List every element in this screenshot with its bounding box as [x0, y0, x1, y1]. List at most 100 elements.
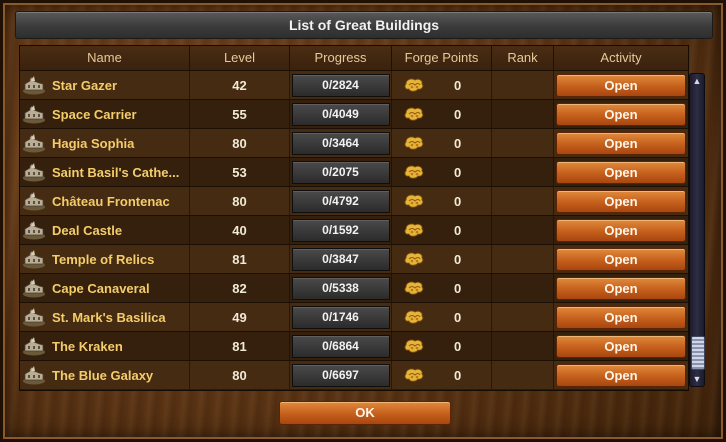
forge-points-icon: [402, 75, 426, 95]
rank-cell: [492, 245, 554, 273]
activity-cell: Open: [554, 71, 688, 99]
building-name: Star Gazer: [52, 77, 118, 93]
forge-points-value: 0: [454, 222, 462, 238]
forge-points-cell: 0: [392, 71, 492, 99]
progress-cell: 0/4049: [290, 100, 392, 128]
building-level: 49: [190, 303, 290, 331]
scroll-down-arrow-icon[interactable]: ▼: [690, 372, 704, 386]
progress-cell: 0/3464: [290, 129, 392, 157]
forge-points-value: 0: [454, 251, 462, 267]
progress-cell: 0/3847: [290, 245, 392, 273]
building-icon: [22, 191, 46, 211]
forge-points-icon: [402, 162, 426, 182]
building-cell: Hagia Sophia: [20, 129, 190, 157]
forge-points-cell: 0: [392, 216, 492, 244]
progress-cell: 0/5338: [290, 274, 392, 302]
progress-bar: 0/6697: [291, 363, 390, 387]
building-level: 80: [190, 187, 290, 215]
forge-points-icon: [402, 365, 426, 385]
activity-cell: Open: [554, 158, 688, 186]
rank-cell: [492, 361, 554, 389]
open-button[interactable]: Open: [556, 247, 686, 271]
building-level: 81: [190, 332, 290, 360]
table-header: Name Level Progress Forge Points Rank Ac…: [20, 46, 688, 70]
progress-bar: 0/6864: [291, 334, 390, 358]
scroll-thumb[interactable]: [691, 336, 705, 370]
building-cell: Château Frontenac: [20, 187, 190, 215]
activity-cell: Open: [554, 100, 688, 128]
progress-bar: 0/3847: [291, 247, 390, 271]
column-header-level[interactable]: Level: [190, 46, 290, 70]
progress-bar: 0/2824: [291, 73, 390, 97]
open-button[interactable]: Open: [556, 73, 686, 97]
progress-bar: 0/2075: [291, 160, 390, 184]
building-level: 53: [190, 158, 290, 186]
progress-bar: 0/1592: [291, 218, 390, 242]
building-icon: [22, 104, 46, 124]
building-icon: [22, 162, 46, 182]
forge-points-cell: 0: [392, 158, 492, 186]
forge-points-cell: 0: [392, 332, 492, 360]
building-icon: [22, 249, 46, 269]
activity-cell: Open: [554, 303, 688, 331]
column-header-name[interactable]: Name: [20, 46, 190, 70]
building-name: Deal Castle: [52, 222, 123, 238]
progress-bar: 0/3464: [291, 131, 390, 155]
building-icon: [22, 336, 46, 356]
progress-cell: 0/1592: [290, 216, 392, 244]
column-header-forge-points[interactable]: Forge Points: [392, 46, 492, 70]
open-button[interactable]: Open: [556, 160, 686, 184]
open-button[interactable]: Open: [556, 363, 686, 387]
dialog-title: List of Great Buildings: [288, 17, 440, 33]
building-icon: [22, 133, 46, 153]
open-button[interactable]: Open: [556, 276, 686, 300]
open-button[interactable]: Open: [556, 305, 686, 329]
building-cell: Deal Castle: [20, 216, 190, 244]
forge-points-value: 0: [454, 193, 462, 209]
building-level: 82: [190, 274, 290, 302]
forge-points-cell: 0: [392, 303, 492, 331]
building-name: The Blue Galaxy: [52, 367, 154, 383]
open-button[interactable]: Open: [556, 334, 686, 358]
open-button[interactable]: Open: [556, 218, 686, 242]
rank-cell: [492, 216, 554, 244]
building-icon: [22, 220, 46, 240]
building-level: 80: [190, 129, 290, 157]
open-button[interactable]: Open: [556, 131, 686, 155]
building-cell: Temple of Relics: [20, 245, 190, 273]
table-scrollbar[interactable]: ▲ ▼: [689, 73, 705, 387]
column-header-progress[interactable]: Progress: [290, 46, 392, 70]
progress-cell: 0/4792: [290, 187, 392, 215]
building-icon: [22, 278, 46, 298]
forge-points-cell: 0: [392, 100, 492, 128]
activity-cell: Open: [554, 245, 688, 273]
great-buildings-dialog: List of Great Buildings Name Level Progr…: [0, 0, 726, 442]
table-row: Cape Canaveral 82 0/5338 0 Open: [20, 273, 688, 302]
activity-cell: Open: [554, 274, 688, 302]
activity-cell: Open: [554, 129, 688, 157]
open-button[interactable]: Open: [556, 102, 686, 126]
ok-button[interactable]: OK: [279, 401, 451, 425]
rank-cell: [492, 274, 554, 302]
rank-cell: [492, 129, 554, 157]
building-name: Hagia Sophia: [52, 135, 135, 151]
forge-points-cell: 0: [392, 129, 492, 157]
progress-bar: 0/5338: [291, 276, 390, 300]
table-body: Star Gazer 42 0/2824 0 Open Space Carrie…: [20, 70, 688, 389]
forge-points-icon: [402, 249, 426, 269]
dialog-titlebar: List of Great Buildings: [15, 11, 713, 39]
progress-cell: 0/6697: [290, 361, 392, 389]
forge-points-icon: [402, 307, 426, 327]
scroll-up-arrow-icon[interactable]: ▲: [690, 74, 704, 88]
building-level: 42: [190, 71, 290, 99]
rank-cell: [492, 332, 554, 360]
building-name: St. Mark's Basilica: [52, 309, 166, 325]
column-header-rank[interactable]: Rank: [492, 46, 554, 70]
table-row: Deal Castle 40 0/1592 0 Open: [20, 215, 688, 244]
rank-cell: [492, 187, 554, 215]
open-button[interactable]: Open: [556, 189, 686, 213]
forge-points-cell: 0: [392, 245, 492, 273]
table-row: Château Frontenac 80 0/4792 0 Open: [20, 186, 688, 215]
table-row: Hagia Sophia 80 0/3464 0 Open: [20, 128, 688, 157]
building-cell: Space Carrier: [20, 100, 190, 128]
